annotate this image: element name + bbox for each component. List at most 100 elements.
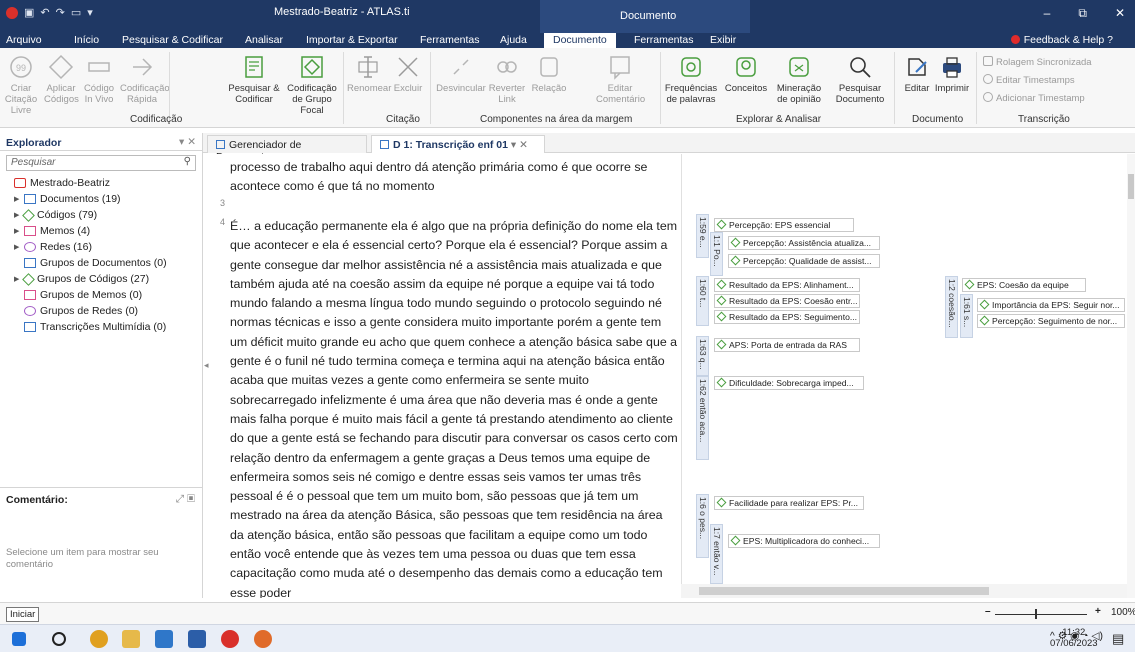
code-chip[interactable]: Importância da EPS: Seguir nor... <box>977 298 1125 312</box>
tab-document-d1[interactable]: D 1: Transcrição enf 01 ▾ ✕ <box>371 135 545 153</box>
tree-item-grupos-documentos[interactable]: Grupos de Documentos (0) <box>4 255 202 271</box>
search-icon[interactable] <box>52 632 66 646</box>
file-explorer-icon[interactable] <box>122 630 140 648</box>
zoom-in-button[interactable]: + <box>1095 606 1101 617</box>
codificacao-grupo-focal-button[interactable]: Codificação de Grupo Focal <box>284 54 340 116</box>
frequencias-palavras-button[interactable]: Frequências de palavras <box>664 54 718 105</box>
notification-icon[interactable]: ▤ <box>1112 631 1124 647</box>
code-chip[interactable]: Percepção: Qualidade de assist... <box>728 254 880 268</box>
clock[interactable]: 11:32 07/06/2023 <box>1050 627 1098 649</box>
feedback-help-button[interactable]: Feedback & Help ? <box>1010 34 1113 46</box>
quotation-bar[interactable]: 1:59 e... <box>696 214 709 258</box>
redo-icon[interactable]: ↷ <box>56 6 65 19</box>
code-chip[interactable]: EPS: Coesão da equipe <box>962 278 1086 292</box>
excluir-button[interactable]: Excluir <box>390 54 426 94</box>
relacao-dropdown[interactable]: Relação <box>528 54 570 94</box>
imprimir-button[interactable]: Imprimir <box>932 54 972 94</box>
word-icon[interactable] <box>188 630 206 648</box>
code-chip[interactable]: Percepção: EPS essencial <box>714 218 854 232</box>
editar-button[interactable]: Editar <box>900 54 934 94</box>
code-chip[interactable]: Percepção: Seguimento de nor... <box>977 314 1125 328</box>
tree-project[interactable]: Mestrado-Beatriz <box>4 175 202 191</box>
minimize-button[interactable]: – <box>1044 6 1051 21</box>
help-icon[interactable]: ? <box>1107 34 1113 46</box>
document-paragraph-2[interactable]: processo de trabalho aqui dentro dá aten… <box>230 158 678 197</box>
zoom-track[interactable] <box>995 614 1087 615</box>
quotation-bar[interactable]: 1:2 coesão... <box>945 276 958 338</box>
scroll-thumb[interactable] <box>699 587 989 595</box>
search-icon[interactable]: ⚲ <box>184 156 191 167</box>
quotation-bar[interactable]: 1:7 então v... <box>710 524 723 584</box>
tab-analisar[interactable]: Analisar <box>245 34 283 46</box>
mail-icon[interactable] <box>155 630 173 648</box>
panel-close-icon[interactable]: ✕ <box>187 136 196 148</box>
pesquisar-documento-button[interactable]: Pesquisar Documento <box>834 54 886 105</box>
code-chip[interactable]: Percepção: Assistência atualiza... <box>728 236 880 250</box>
customize-dropdown-icon[interactable]: ▾ <box>87 6 93 19</box>
save-comment-icon[interactable]: ▣ <box>187 493 195 505</box>
editar-timestamps-button[interactable]: Editar Timestamps <box>983 74 1075 86</box>
quotation-bar[interactable]: 1:1 Po... <box>710 232 723 276</box>
quotation-bar[interactable]: 1:62 então aca... <box>696 376 709 460</box>
window-icon[interactable]: ▭ <box>71 6 81 19</box>
codificacao-rapida-button[interactable]: Codificação Rápida <box>120 54 170 105</box>
code-chip[interactable]: Resultado da EPS: Coesão entr... <box>714 294 860 308</box>
adicionar-timestamp-button[interactable]: Adicionar Timestamp <box>983 92 1085 104</box>
tree-item-redes[interactable]: ▶ Redes (16) <box>4 239 202 255</box>
tree-item-codigos[interactable]: ▶ Códigos (79) <box>4 207 202 223</box>
undo-icon[interactable]: ↶ <box>40 6 49 19</box>
tab-ajuda[interactable]: Ajuda <box>500 34 527 46</box>
close-button[interactable]: ✕ <box>1115 6 1125 21</box>
mineracao-opiniao-button[interactable]: Mineração de opinião <box>774 54 824 105</box>
explorer-search-input[interactable]: Pesquisar ⚲ <box>6 155 196 171</box>
save-icon[interactable]: ▣ <box>24 6 34 19</box>
tab-close-icon[interactable]: ▾ ✕ <box>508 139 528 151</box>
tab-ferramentas-contexto[interactable]: Ferramentas <box>634 34 694 46</box>
tree-item-grupos-memos[interactable]: Grupos de Memos (0) <box>4 287 202 303</box>
tree-item-grupos-codigos[interactable]: ▶ Grupos de Códigos (27) <box>4 271 202 287</box>
code-chip[interactable]: Resultado da EPS: Alinhament... <box>714 278 860 292</box>
windows-start-icon[interactable] <box>12 632 26 646</box>
collapse-left-icon[interactable]: ◂ <box>204 360 209 371</box>
tab-documento[interactable]: Documento <box>544 33 616 48</box>
panel-menu-icon[interactable]: ▾ <box>179 136 184 148</box>
tab-document-manager[interactable]: Gerenciador de Documentos <box>207 135 367 163</box>
tab-exibir[interactable]: Exibir <box>710 34 736 46</box>
browser-icon[interactable] <box>254 630 272 648</box>
tab-arquivo[interactable]: Arquivo <box>6 34 42 46</box>
editar-comentario-button[interactable]: Editar Comentário <box>596 54 645 105</box>
conceitos-button[interactable]: Conceitos <box>722 54 770 94</box>
codigo-in-vivo-button[interactable]: Código In Vivo <box>80 54 118 105</box>
tab-pesquisar-codificar[interactable]: Pesquisar & Codificar <box>122 34 223 46</box>
tree-item-transcricoes[interactable]: Transcrições Multimídia (0) <box>4 319 202 335</box>
quotation-bar[interactable]: 1:61 s... <box>960 294 973 338</box>
zoom-knob[interactable] <box>1035 609 1037 619</box>
aplicar-codigos-button[interactable]: Aplicar Códigos <box>44 54 79 105</box>
restore-button[interactable]: ⧉ <box>1078 6 1087 21</box>
tree-item-grupos-redes[interactable]: Grupos de Redes (0) <box>4 303 202 319</box>
expand-icon[interactable]: ⤢ <box>176 493 184 505</box>
rolagem-sincronizada-toggle[interactable]: Rolagem Sincronizada <box>983 56 1092 68</box>
chrome-icon[interactable] <box>90 630 108 648</box>
quotation-bar[interactable]: 1:6 o pes... <box>696 494 709 558</box>
quotation-bar[interactable]: 1:63 q... <box>696 336 709 376</box>
code-chip[interactable]: APS: Porta de entrada da RAS <box>714 338 860 352</box>
criar-citacao-livre-button[interactable]: 99 Criar Citação Livre <box>2 54 40 116</box>
scroll-thumb[interactable] <box>1128 174 1134 199</box>
quotation-bar[interactable]: 1:60 t... <box>696 276 709 326</box>
tab-ferramentas[interactable]: Ferramentas <box>420 34 480 46</box>
document-paragraph-4[interactable]: É… a educação permanente ela é algo que … <box>230 217 678 598</box>
zoom-out-button[interactable]: – <box>985 606 991 617</box>
atlasti-taskbar-icon[interactable] <box>221 630 239 648</box>
tab-inicio[interactable]: Início <box>74 34 99 46</box>
desvincular-button[interactable]: Desvincular <box>436 54 486 94</box>
code-chip[interactable]: Dificuldade: Sobrecarga imped... <box>714 376 864 390</box>
code-chip[interactable]: Resultado da EPS: Seguimento... <box>714 310 860 324</box>
tab-importar-exportar[interactable]: Importar & Exportar <box>306 34 398 46</box>
code-chip[interactable]: Facilidade para realizar EPS: Pr... <box>714 496 864 510</box>
tree-item-documentos[interactable]: ▶ Documentos (19) <box>4 191 202 207</box>
reverter-link-button[interactable]: Reverter Link <box>488 54 526 105</box>
vertical-scrollbar[interactable] <box>1127 154 1135 598</box>
pesquisar-codificar-button[interactable]: Pesquisar & Codificar <box>226 54 282 105</box>
renomear-button[interactable]: Renomear <box>347 54 391 94</box>
